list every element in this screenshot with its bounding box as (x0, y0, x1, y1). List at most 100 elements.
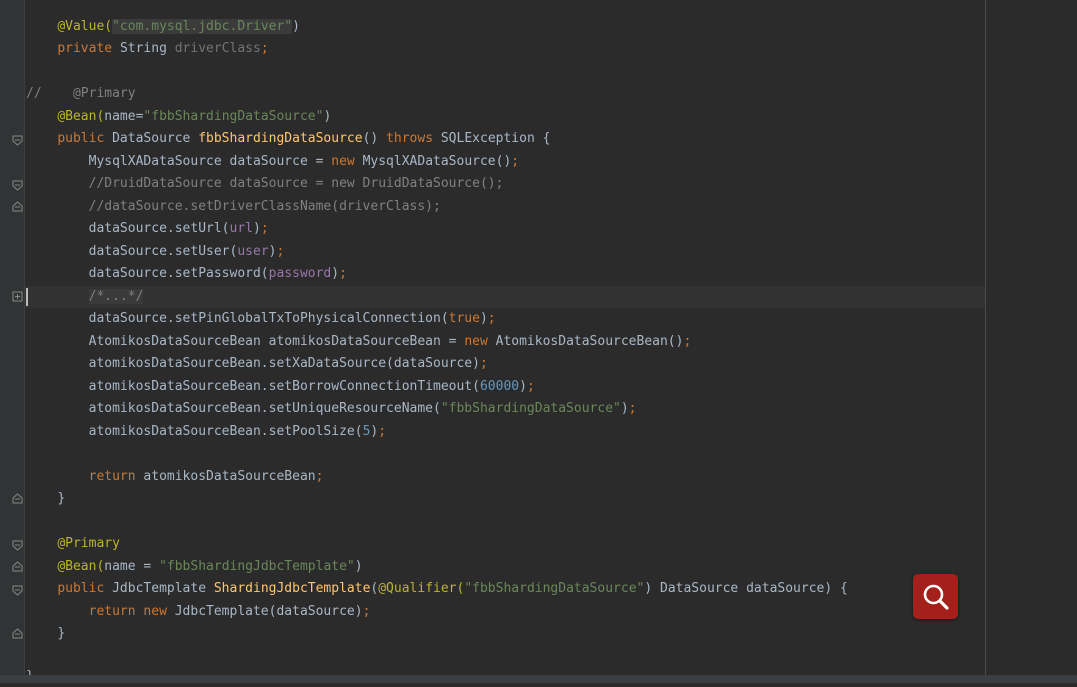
code-line-9[interactable]: dataSource.setUrl(url); (26, 219, 269, 239)
line-comment: // @Primary (26, 86, 136, 101)
method-call: dataSource.setPinGlobalTxToPhysicalConne… (88, 311, 449, 326)
code-line-4[interactable]: @Bean(name="fbbShardingDataSource") (26, 107, 331, 127)
keyword: public (57, 131, 113, 146)
fold-end-icon[interactable] (12, 201, 23, 212)
code-line-11[interactable]: dataSource.setPassword(password); (26, 264, 347, 284)
method-call: atomikosDataSourceBean.setXaDataSource(d… (88, 356, 480, 371)
punctuation: ) (253, 221, 261, 236)
annotation: @Qualifier( (378, 581, 465, 596)
semicolon: ; (276, 244, 285, 259)
code-line-10[interactable]: dataSource.setUser(user); (26, 242, 285, 262)
folded-comment-block[interactable]: /*...*/ (88, 289, 144, 304)
semicolon: ; (362, 604, 371, 619)
code-line-5[interactable]: public DataSource fbbShardingDataSource(… (26, 129, 550, 149)
fold-collapse-icon[interactable] (12, 540, 23, 551)
punctuation: ) (323, 109, 332, 124)
fold-end-icon[interactable] (12, 561, 23, 572)
code-line-25[interactable]: } (26, 624, 65, 644)
code-line-20[interactable]: } (26, 489, 65, 509)
string-literal: "fbbShardingDataSource" (464, 581, 645, 596)
fold-end-icon[interactable] (12, 493, 23, 504)
identifier: atomikosDataSourceBean (143, 469, 316, 484)
semicolon: ; (339, 266, 347, 281)
punctuation: ) (620, 401, 629, 416)
code-line-15[interactable]: atomikosDataSourceBean.setXaDataSource(d… (26, 354, 488, 374)
method-call: dataSource.setUrl( (88, 221, 230, 236)
string-literal: "com.mysql.jdbc.Driver" (112, 19, 293, 34)
constructor-call: JdbcTemplate(dataSource) (174, 604, 363, 619)
code-line-23[interactable]: public JdbcTemplate ShardingJdbcTemplate… (26, 579, 848, 599)
line-comment: //dataSource.setDriverClassName(driverCl… (88, 199, 441, 214)
code-line-7[interactable]: //DruidDataSource dataSource = new Druid… (26, 174, 504, 194)
keyword: new (464, 334, 496, 349)
code-line-1[interactable]: @Value("com.mysql.jdbc.Driver") (26, 17, 300, 37)
code-line-19[interactable]: return atomikosDataSourceBean; (26, 467, 324, 487)
declaration: MysqlXADataSource dataSource = (88, 154, 332, 169)
code-line-13[interactable]: dataSource.setPinGlobalTxToPhysicalConne… (26, 309, 496, 329)
semicolon: ; (526, 379, 535, 394)
code-line-3[interactable]: // @Primary (26, 84, 136, 104)
method-call: atomikosDataSourceBean.setBorrowConnecti… (88, 379, 480, 394)
current-line-highlight (25, 286, 985, 308)
keyword: return new (88, 604, 175, 619)
annotation: @Primary (57, 536, 120, 551)
string-literal: "fbbShardingDataSource" (143, 109, 324, 124)
search-button[interactable] (913, 574, 958, 619)
code-line-12[interactable]: /*...*/ (26, 287, 144, 307)
keyword: return (88, 469, 144, 484)
punctuation: ) (292, 19, 300, 34)
code-line-21[interactable]: @Primary (26, 534, 120, 554)
string-literal: "fbbShardingDataSource" (440, 401, 621, 416)
code-line-6[interactable]: MysqlXADataSource dataSource = new Mysql… (26, 152, 520, 172)
type-name: DataSource (112, 131, 199, 146)
editor-gutter[interactable] (0, 0, 24, 683)
parameters: ) DataSource dataSource) { (644, 581, 848, 596)
fold-end-icon[interactable] (12, 628, 23, 639)
closing-brace: } (57, 626, 66, 641)
annotation-attr: name = (104, 559, 160, 574)
semicolon: ; (378, 424, 387, 439)
annotation: @Bean( (57, 109, 105, 124)
fold-expand-icon[interactable] (12, 291, 23, 302)
semicolon: ; (260, 221, 269, 236)
right-margin-guide (985, 0, 986, 683)
fold-collapse-icon[interactable] (12, 585, 23, 596)
text-caret (26, 288, 28, 306)
exception-type: SQLException { (440, 131, 551, 146)
horizontal-scrollbar[interactable] (0, 675, 1077, 683)
code-line-14[interactable]: AtomikosDataSourceBean atomikosDataSourc… (26, 332, 692, 352)
code-line-18[interactable]: atomikosDataSourceBean.setPoolSize(5); (26, 422, 386, 442)
punctuation: ) (354, 559, 363, 574)
fold-collapse-icon[interactable] (12, 135, 23, 146)
code-line-22[interactable]: @Bean(name = "fbbShardingJdbcTemplate") (26, 557, 363, 577)
method-name: ShardingJdbcTemplate (213, 581, 371, 596)
field-ref: url (229, 221, 253, 236)
code-line-24[interactable]: return new JdbcTemplate(dataSource); (26, 602, 371, 622)
semicolon: ; (315, 469, 324, 484)
code-line-17[interactable]: atomikosDataSourceBean.setUniqueResource… (26, 399, 637, 419)
fold-collapse-icon[interactable] (12, 180, 23, 191)
search-icon (923, 584, 949, 610)
method-call: atomikosDataSourceBean.setUniqueResource… (88, 401, 441, 416)
method-name: fbbShardingDataSource (198, 131, 363, 146)
declaration: AtomikosDataSourceBean atomikosDataSourc… (88, 334, 465, 349)
punctuation: ) (519, 379, 527, 394)
punctuation: () (362, 131, 387, 146)
semicolon: ; (487, 311, 496, 326)
type-name: String (119, 41, 175, 56)
string-literal: "fbbShardingJdbcTemplate" (159, 559, 355, 574)
code-line-8[interactable]: //dataSource.setDriverClassName(driverCl… (26, 197, 441, 217)
field-ref: password (268, 266, 332, 281)
field-name: driverClass (174, 41, 261, 56)
keyword: private (57, 41, 120, 56)
semicolon: ; (683, 334, 692, 349)
code-line-2[interactable]: private String driverClass; (26, 39, 269, 59)
code-line-16[interactable]: atomikosDataSourceBean.setBorrowConnecti… (26, 377, 535, 397)
keyword: new (331, 154, 363, 169)
method-call: dataSource.setUser( (88, 244, 238, 259)
semicolon: ; (260, 41, 269, 56)
number-literal: 60000 (479, 379, 520, 394)
semicolon: ; (628, 401, 637, 416)
keyword: true (448, 311, 480, 326)
punctuation: ) (331, 266, 340, 281)
